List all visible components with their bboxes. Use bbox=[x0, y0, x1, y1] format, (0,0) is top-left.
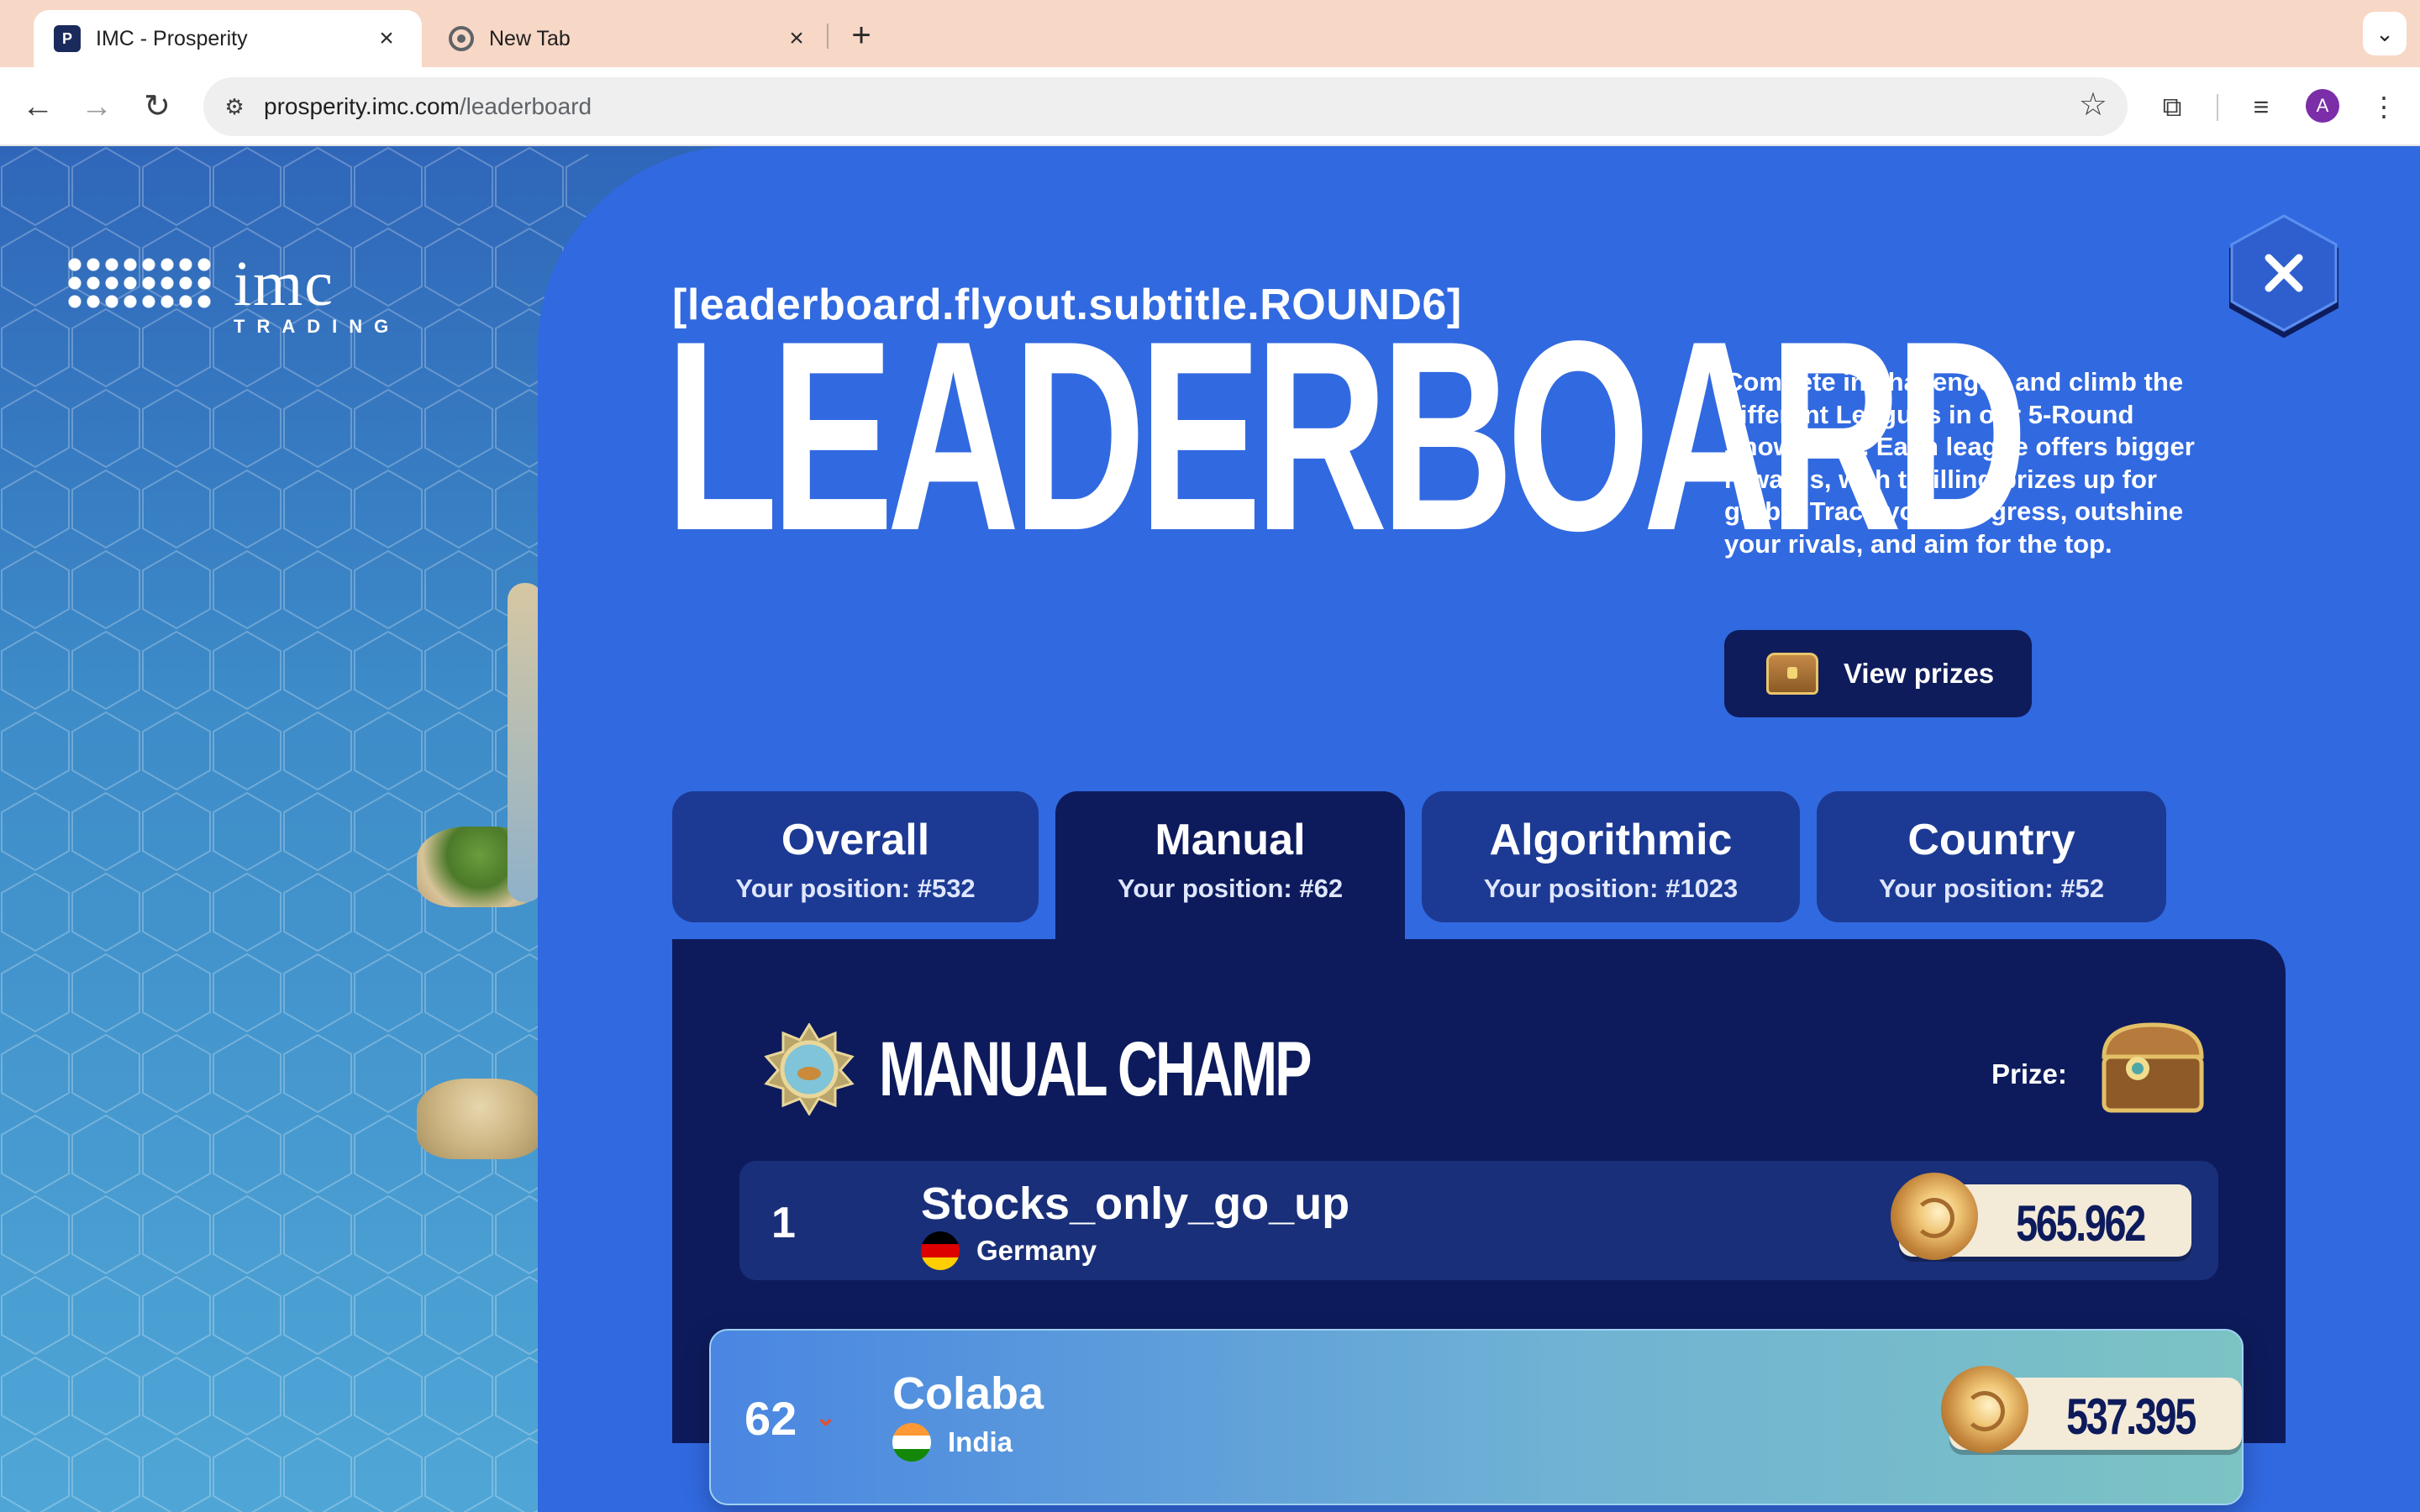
treasure-chest-icon bbox=[1766, 653, 1818, 695]
tab-label: Algorithmic bbox=[1489, 816, 1733, 864]
url-text[interactable]: prosperity.imc.com/leaderboard bbox=[264, 77, 592, 136]
browser-toolbar: ← → ↻ ⚙ prosperity.imc.com/leaderboard ☆… bbox=[0, 67, 2420, 146]
browser-menu-icon[interactable]: ⋮ bbox=[2363, 86, 2405, 128]
browser-tab-imc-prosperity[interactable]: P IMC - Prosperity × bbox=[34, 10, 422, 67]
india-flag-icon bbox=[892, 1423, 931, 1462]
tab-position: Your position: #52 bbox=[1878, 874, 2105, 903]
board-title: MANUAL CHAMP bbox=[879, 1026, 1312, 1112]
champ-medal-icon bbox=[763, 1022, 855, 1116]
imc-trading-logo[interactable]: imc TRADING bbox=[66, 249, 388, 337]
prize-treasure-chest-icon[interactable] bbox=[2096, 1020, 2210, 1117]
score-value: 565.962 bbox=[2016, 1195, 2146, 1252]
close-icon bbox=[2229, 214, 2338, 339]
tab-label: Overall bbox=[781, 816, 930, 864]
profile-avatar[interactable]: A bbox=[2306, 89, 2339, 123]
row-player-name: Colaba bbox=[892, 1368, 1044, 1419]
tab-algorithmic[interactable]: Algorithmic Your position: #1023 bbox=[1422, 791, 1800, 922]
board-header: MANUAL CHAMP bbox=[763, 1022, 1477, 1116]
close-tab-icon[interactable]: × bbox=[781, 24, 812, 53]
table-row[interactable]: 1 Stocks_only_go_up Germany 565.962 bbox=[739, 1161, 2218, 1280]
logo-subtext: TRADING bbox=[234, 316, 401, 337]
tab-divider bbox=[827, 24, 829, 49]
bookmark-star-icon[interactable]: ☆ bbox=[2079, 86, 2107, 123]
imc-favicon-icon: P bbox=[54, 25, 81, 52]
browser-tab-new-tab[interactable]: New Tab × bbox=[429, 10, 832, 67]
forward-arrow-icon[interactable]: → bbox=[76, 86, 118, 128]
current-user-row[interactable]: 62 ⌄ Colaba India 537.395 bbox=[709, 1329, 2244, 1505]
score-pill: 565.962 bbox=[1891, 1173, 2191, 1260]
tab-manual[interactable]: Manual Your position: #62 bbox=[1055, 791, 1405, 939]
seashell-icon bbox=[1941, 1366, 2028, 1453]
close-tab-icon[interactable]: × bbox=[371, 24, 402, 53]
site-info-icon[interactable]: ⚙ bbox=[215, 87, 254, 126]
country-name: India bbox=[948, 1426, 1013, 1457]
row-country: India bbox=[892, 1423, 1013, 1462]
view-prizes-button[interactable]: View prizes bbox=[1724, 630, 2032, 717]
extensions-puzzle-icon[interactable]: ⧉ bbox=[2151, 86, 2193, 128]
browser-tab-strip: P IMC - Prosperity × New Tab × + ⌄ bbox=[0, 0, 2420, 67]
prize-label: Prize: bbox=[1991, 1058, 2067, 1089]
score-value: 537.395 bbox=[2066, 1389, 2196, 1445]
view-prizes-label: View prizes bbox=[1844, 658, 1995, 689]
imc-logo-mark-icon bbox=[66, 255, 215, 312]
tab-search-chevron-icon[interactable]: ⌄ bbox=[2363, 12, 2407, 55]
address-bar[interactable]: ⚙ prosperity.imc.com/leaderboard ☆ bbox=[203, 77, 2128, 136]
tab-position: Your position: #532 bbox=[735, 874, 976, 903]
url-host: prosperity.imc.com bbox=[264, 93, 460, 119]
score-pill: 537.395 bbox=[1941, 1366, 2242, 1453]
tab-position: Your position: #62 bbox=[1117, 874, 1344, 903]
back-arrow-icon[interactable]: ← bbox=[17, 86, 59, 128]
logo-wordmark: imc bbox=[234, 249, 334, 319]
leaderboard-description: Compete in challenges and climb the diff… bbox=[1724, 367, 2195, 559]
tab-position: Your position: #1023 bbox=[1483, 874, 1739, 903]
close-flyout-button[interactable] bbox=[2227, 214, 2341, 342]
tab-title: IMC - Prosperity bbox=[96, 26, 248, 50]
row-player-name: Stocks_only_go_up bbox=[921, 1179, 1350, 1229]
island-decoration bbox=[417, 1079, 543, 1159]
reload-icon[interactable]: ↻ bbox=[136, 86, 178, 128]
rank-down-chevron-icon: ⌄ bbox=[815, 1404, 837, 1431]
tab-label: Country bbox=[1907, 816, 2075, 864]
row-country: Germany bbox=[921, 1231, 1097, 1270]
url-path: /leaderboard bbox=[459, 93, 592, 119]
tab-title: New Tab bbox=[489, 26, 571, 50]
toolbar-divider bbox=[2217, 94, 2218, 121]
row-rank: 1 bbox=[771, 1199, 796, 1247]
country-name: Germany bbox=[976, 1235, 1097, 1266]
row-rank: 62 bbox=[744, 1392, 797, 1445]
tab-overall[interactable]: Overall Your position: #532 bbox=[672, 791, 1039, 922]
media-controls-icon[interactable]: ≡ bbox=[2240, 86, 2282, 128]
seashell-icon bbox=[1891, 1173, 1978, 1260]
chrome-favicon-icon bbox=[449, 26, 474, 51]
germany-flag-icon bbox=[921, 1231, 960, 1270]
new-tab-button[interactable]: + bbox=[840, 15, 882, 57]
tab-country[interactable]: Country Your position: #52 bbox=[1817, 791, 2166, 922]
tab-label: Manual bbox=[1155, 816, 1306, 864]
